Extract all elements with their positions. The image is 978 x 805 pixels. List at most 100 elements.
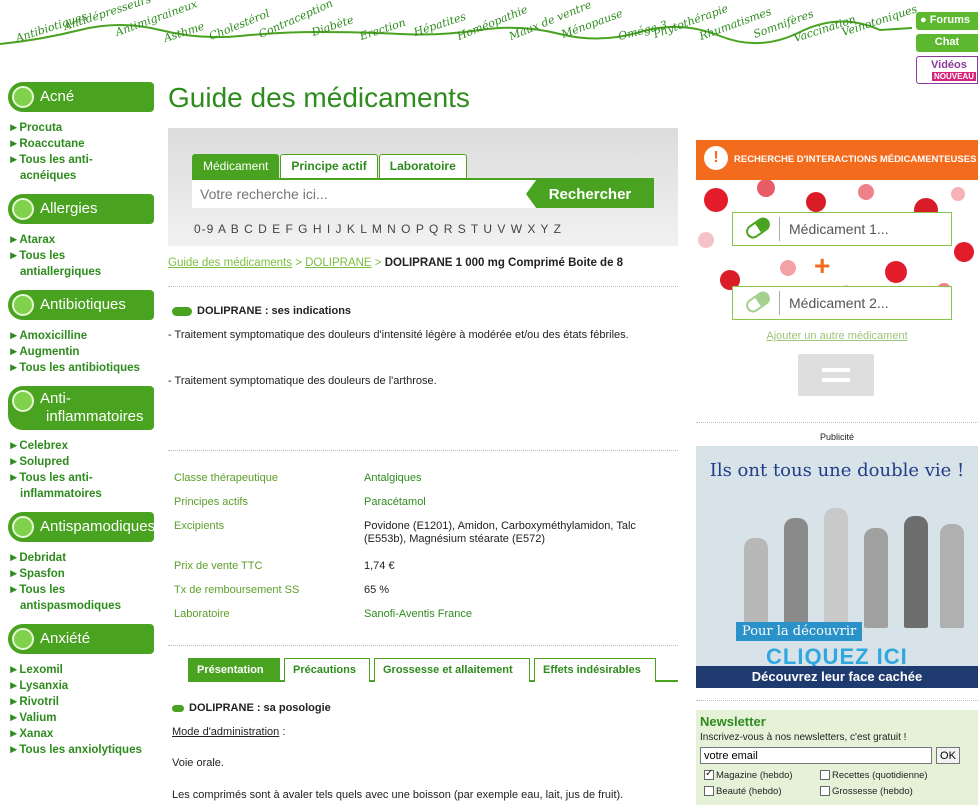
tab-grossesse[interactable]: Grossesse et allaitement xyxy=(374,658,530,682)
sidebar-link-all-antispasmodiques-cont[interactable]: antispasmodiques xyxy=(8,598,154,614)
sidebar-link-xanax[interactable]: ►Xanax xyxy=(8,726,154,742)
checkbox[interactable] xyxy=(704,768,714,781)
ad-cta-text: Pour la découvrir xyxy=(736,622,863,641)
sidebar-link-amoxicilline[interactable]: ►Amoxicilline xyxy=(8,328,154,344)
bullet-icon xyxy=(12,628,34,650)
alphabet-letter-n[interactable]: N xyxy=(387,222,397,236)
alphabet-letter-m[interactable]: M xyxy=(372,222,383,236)
alphabet-letter-h[interactable]: H xyxy=(313,222,323,236)
sidebar-link-spasfon[interactable]: ►Spasfon xyxy=(8,566,154,582)
alphabet-letter-w[interactable]: W xyxy=(511,222,523,236)
sidebar-link-rivotril[interactable]: ►Rivotril xyxy=(8,694,154,710)
tab-principe-actif[interactable]: Principe actif xyxy=(280,154,378,178)
sidebar-link-valium[interactable]: ►Valium xyxy=(8,710,154,726)
ad-footer: Découvrez leur face cachée xyxy=(696,666,978,688)
medicament-1-input[interactable]: Médicament 1... xyxy=(732,212,952,246)
tab-presentation[interactable]: Présentation xyxy=(188,658,280,682)
alphabet-letter-x[interactable]: X xyxy=(527,222,536,236)
alphabet-letter-t[interactable]: T xyxy=(471,222,479,236)
search-button[interactable]: Rechercher xyxy=(526,180,654,208)
chat-button[interactable]: Chat xyxy=(916,34,978,52)
add-medicament-link[interactable]: Ajouter un autre médicament xyxy=(696,330,978,342)
alphabet-letter-q[interactable]: Q xyxy=(429,222,439,236)
alphabet-letter-d[interactable]: D xyxy=(258,222,268,236)
info-label: Tx de remboursement SS xyxy=(174,584,300,596)
breadcrumb-drug-link[interactable]: DOLIPRANE xyxy=(305,257,371,269)
sidebar-link-procuta[interactable]: ►Procuta xyxy=(8,120,154,136)
sidebar-category-allergies[interactable]: Allergies xyxy=(8,194,154,224)
alphabet-letter-0-9[interactable]: 0-9 xyxy=(194,222,214,236)
alphabet-letter-c[interactable]: C xyxy=(244,222,254,236)
tab-medicament[interactable]: Médicament xyxy=(192,154,280,178)
newsletter-ok-button[interactable]: OK xyxy=(936,747,960,764)
tab-effets-indesirables[interactable]: Effets indésirables xyxy=(534,658,656,682)
sidebar-link-roaccutane[interactable]: ►Roaccutane xyxy=(8,136,154,152)
sidebar-category-antibiotiques[interactable]: Antibiotiques xyxy=(8,290,154,320)
videos-button[interactable]: Vidéos NOUVEAU xyxy=(916,56,978,84)
divider xyxy=(696,700,978,701)
alphabet-letter-j[interactable]: J xyxy=(336,222,343,236)
tab-laboratoire[interactable]: Laboratoire xyxy=(378,154,467,178)
sidebar-link-augmentin[interactable]: ►Augmentin xyxy=(8,344,154,360)
alphabet-letter-f[interactable]: F xyxy=(285,222,293,236)
alphabet-letter-a[interactable]: A xyxy=(218,222,226,236)
bullet-icon xyxy=(12,198,34,220)
sidebar-category-anxiete[interactable]: Anxiété xyxy=(8,624,154,654)
info-value[interactable]: Paracétamol xyxy=(364,496,674,509)
medicament-2-input[interactable]: Médicament 2... xyxy=(732,286,952,320)
info-value[interactable]: Antalgiques xyxy=(364,472,674,485)
advertisement-banner[interactable]: Ils ont tous une double vie ! Pour la dé… xyxy=(696,446,978,688)
alphabet-letter-z[interactable]: Z xyxy=(554,222,562,236)
sidebar-link-all-acne-cont[interactable]: acnéiques xyxy=(8,168,154,184)
newsletter-option-magazine[interactable]: Magazine (hebdo) xyxy=(704,768,793,781)
alphabet-letter-s[interactable]: S xyxy=(458,222,467,236)
alphabet-letter-v[interactable]: V xyxy=(497,222,506,236)
sidebar-link-all-anti-inflammatoires[interactable]: ►Tous les anti- xyxy=(8,470,154,486)
newsletter-option-recettes[interactable]: Recettes (quotidienne) xyxy=(820,770,928,781)
alphabet-letter-o[interactable]: O xyxy=(401,222,411,236)
sidebar-link-all-antibiotiques[interactable]: ►Tous les antibiotiques xyxy=(8,360,154,376)
sidebar-link-atarax[interactable]: ►Atarax xyxy=(8,232,154,248)
search-row: Rechercher xyxy=(192,178,654,208)
alphabet-letter-l[interactable]: L xyxy=(360,222,367,236)
sidebar-link-all-allergies[interactable]: ►Tous les xyxy=(8,248,154,264)
info-value[interactable]: Sanofi-Aventis France xyxy=(364,608,674,621)
tab-precautions[interactable]: Précautions xyxy=(284,658,370,682)
search-input[interactable] xyxy=(192,180,544,208)
newsletter-email-input[interactable] xyxy=(700,747,932,764)
breadcrumb-home-link[interactable]: Guide des médicaments xyxy=(168,257,292,269)
checkbox[interactable] xyxy=(820,770,830,781)
alphabet-letter-b[interactable]: B xyxy=(231,222,240,236)
newsletter-option-grossesse[interactable]: Grossesse (hebdo) xyxy=(820,786,913,797)
compare-button[interactable] xyxy=(798,354,874,396)
sidebar-link-all-anti-inflammatoires-cont[interactable]: inflammatoires xyxy=(8,486,154,502)
alphabet-letter-y[interactable]: Y xyxy=(541,222,550,236)
sidebar-link-solupred[interactable]: ►Solupred xyxy=(8,454,154,470)
forums-button[interactable]: ● Forums xyxy=(916,12,978,30)
alphabet-letter-r[interactable]: R xyxy=(444,222,454,236)
sidebar-link-all-anxiolytiques[interactable]: ►Tous les anxiolytiques xyxy=(8,742,154,758)
sidebar-link-lexomil[interactable]: ►Lexomil xyxy=(8,662,154,678)
alphabet-letter-e[interactable]: E xyxy=(272,222,281,236)
sidebar-section-antibiotiques: Antibiotiques ►Amoxicilline ►Augmentin ►… xyxy=(8,290,154,376)
newsletter-option-beaute[interactable]: Beauté (hebdo) xyxy=(704,786,782,797)
sidebar-link-celebrex[interactable]: ►Celebrex xyxy=(8,438,154,454)
sidebar-link-all-antispasmodiques[interactable]: ►Tous les xyxy=(8,582,154,598)
alphabet-letter-g[interactable]: G xyxy=(298,222,308,236)
alphabet-letter-p[interactable]: P xyxy=(416,222,425,236)
checkbox[interactable] xyxy=(820,786,830,797)
sidebar-category-anti-inflammatoires[interactable]: Anti-inflammatoires xyxy=(8,386,154,430)
sidebar-category-antispasmodiques[interactable]: Antispamodiques xyxy=(8,512,155,542)
sidebar-link-lysanxia[interactable]: ►Lysanxia xyxy=(8,678,154,694)
alphabet-letter-i[interactable]: I xyxy=(327,222,331,236)
alphabet-letter-k[interactable]: K xyxy=(347,222,356,236)
category-title: Anxiété xyxy=(40,630,91,647)
info-label: Principes actifs xyxy=(174,496,248,508)
sidebar-link-all-allergies-cont[interactable]: antiallergiques xyxy=(8,264,154,280)
person-figure xyxy=(824,508,848,628)
checkbox[interactable] xyxy=(704,786,714,797)
sidebar-link-debridat[interactable]: ►Debridat xyxy=(8,550,154,566)
sidebar-link-all-acne[interactable]: ►Tous les anti- xyxy=(8,152,154,168)
alphabet-letter-u[interactable]: U xyxy=(483,222,493,236)
sidebar-category-acne[interactable]: Acné xyxy=(8,82,154,112)
